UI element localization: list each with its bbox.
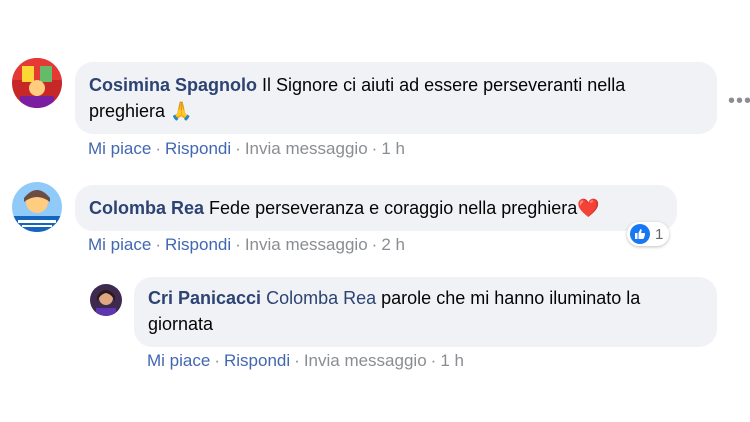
mention-link[interactable]: Colomba Rea <box>266 288 376 308</box>
like-link[interactable]: Mi piace <box>88 139 151 158</box>
comment-actions-3: Mi piace · Rispondi · Invia messaggio · 1 h <box>147 351 464 370</box>
avatar-image <box>12 182 62 232</box>
reply-bubble: Cri Panicacci Colomba Rea parole che mi … <box>134 277 717 347</box>
heart-emoji-icon: ❤️ <box>577 198 600 218</box>
send-message-link[interactable]: Invia messaggio <box>304 351 427 370</box>
pray-emoji-icon: 🙏 <box>170 101 193 121</box>
comment-text-cont: giornata <box>148 314 214 334</box>
comment-text: parole che mi hanno iluminato la <box>381 288 641 308</box>
like-link[interactable]: Mi piace <box>147 351 210 370</box>
timestamp[interactable]: 1 h <box>440 351 464 370</box>
reaction-count: 1 <box>655 225 664 243</box>
avatar-image <box>12 58 62 108</box>
like-reaction-icon <box>630 224 650 244</box>
timestamp[interactable]: 1 h <box>381 139 405 158</box>
reply-link[interactable]: Rispondi <box>165 139 231 158</box>
comment-bubble-1: Cosimina Spagnolo Il Signore ci aiuti ad… <box>75 62 717 134</box>
send-message-link[interactable]: Invia messaggio <box>245 235 368 254</box>
comment-actions-2: Mi piace · Rispondi · Invia messaggio · 2 h <box>88 235 405 254</box>
avatar-cri[interactable] <box>90 284 122 316</box>
reply-link[interactable]: Rispondi <box>165 235 231 254</box>
comment-author[interactable]: Cri Panicacci <box>148 288 261 308</box>
timestamp[interactable]: 2 h <box>381 235 405 254</box>
reaction-summary[interactable]: 1 <box>627 222 670 246</box>
avatar-image <box>90 284 122 316</box>
send-message-link[interactable]: Invia messaggio <box>245 139 368 158</box>
like-link[interactable]: Mi piace <box>88 235 151 254</box>
more-options-icon[interactable]: ••• <box>728 90 750 113</box>
comment-actions-1: Mi piace · Rispondi · Invia messaggio · 1 h <box>88 139 405 158</box>
comment-author[interactable]: Cosimina Spagnolo <box>89 75 257 95</box>
reply-link[interactable]: Rispondi <box>224 351 290 370</box>
avatar-cosimina[interactable] <box>12 58 62 108</box>
comment-text: Fede perseveranza e coraggio nella pregh… <box>209 198 578 218</box>
avatar-colomba[interactable] <box>12 182 62 232</box>
comment-bubble-2: Colomba Rea Fede perseveranza e coraggio… <box>75 185 677 231</box>
comment-author[interactable]: Colomba Rea <box>89 198 204 218</box>
